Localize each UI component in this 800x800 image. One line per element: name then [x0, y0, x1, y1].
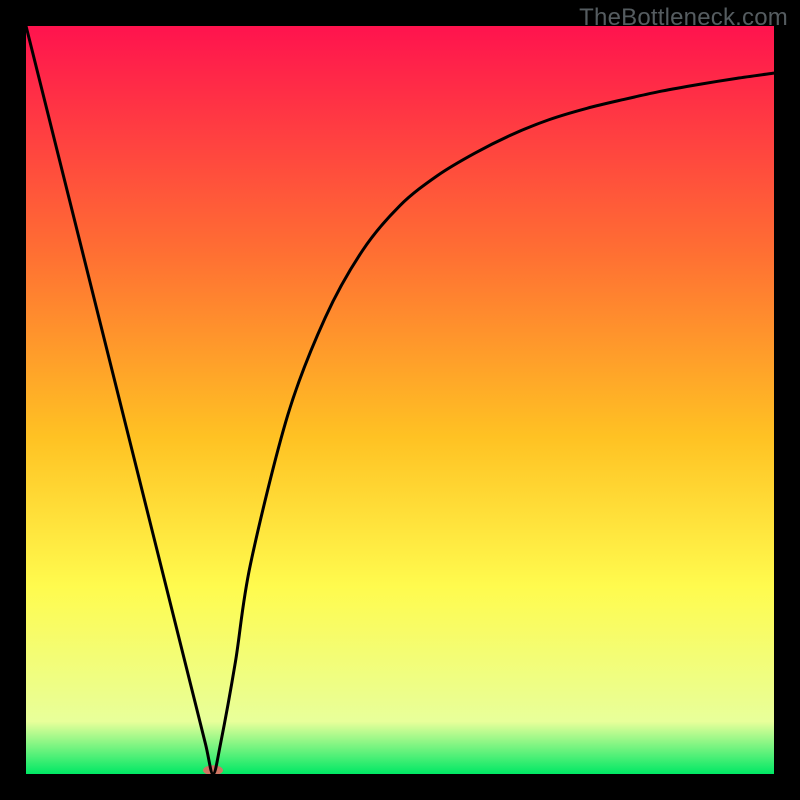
plot-area	[26, 26, 774, 774]
gradient-background	[26, 26, 774, 774]
chart-svg	[26, 26, 774, 774]
chart-frame: TheBottleneck.com	[0, 0, 800, 800]
watermark-text: TheBottleneck.com	[579, 4, 788, 32]
